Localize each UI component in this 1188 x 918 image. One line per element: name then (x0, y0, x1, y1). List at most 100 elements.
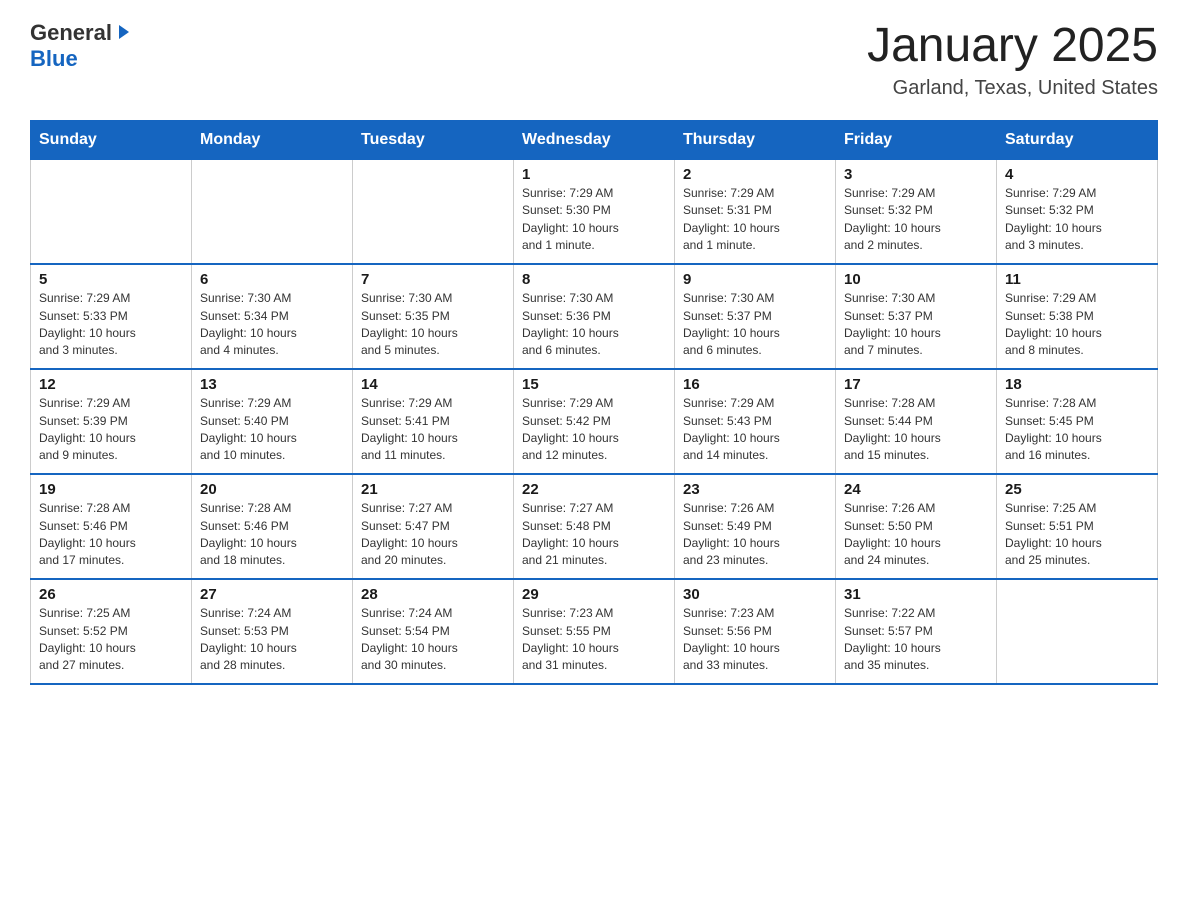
day-number: 19 (39, 481, 183, 498)
calendar-cell (31, 159, 192, 264)
day-info: Sunrise: 7:30 AM Sunset: 5:35 PM Dayligh… (361, 290, 505, 360)
calendar-header-thursday: Thursday (675, 120, 836, 159)
calendar-cell: 4Sunrise: 7:29 AM Sunset: 5:32 PM Daylig… (997, 159, 1158, 264)
calendar-cell: 20Sunrise: 7:28 AM Sunset: 5:46 PM Dayli… (192, 474, 353, 579)
calendar-week-row: 5 Sunrise: 7:29 AM Sunset: 5:33 PM Daylig… (31, 264, 1158, 369)
calendar-header-wednesday: Wednesday (514, 120, 675, 159)
day-number: 12 (39, 376, 183, 393)
day-info: Sunrise: 7:24 AM Sunset: 5:53 PM Dayligh… (200, 605, 344, 675)
calendar-table: SundayMondayTuesdayWednesdayThursdayFrid… (30, 120, 1158, 686)
day-info: Sunrise: 7:30 AM Sunset: 5:34 PM Dayligh… (200, 290, 344, 360)
day-info: Sunrise: 7:30 AM Sunset: 5:37 PM Dayligh… (683, 290, 827, 360)
day-number: 5 (39, 271, 183, 288)
day-number: 1 (522, 166, 666, 183)
day-number: 24 (844, 481, 988, 498)
calendar-week-row: 12 Sunrise: 7:29 AM Sunset: 5:39 PM Dayli… (31, 369, 1158, 474)
day-number: 13 (200, 376, 344, 393)
day-info: Sunrise: 7:24 AM Sunset: 5:54 PM Dayligh… (361, 605, 505, 675)
calendar-header-tuesday: Tuesday (353, 120, 514, 159)
day-info: Sunrise: 7:29 AM Sunset: 5:38 PM Dayligh… (1005, 290, 1149, 360)
calendar-cell: 19 Sunrise: 7:28 AM Sunset: 5:46 PM Dayli… (31, 474, 192, 579)
title-block: January 2025 Garland, Texas, United Stat… (867, 20, 1158, 100)
calendar-cell: 18Sunrise: 7:28 AM Sunset: 5:45 PM Dayli… (997, 369, 1158, 474)
calendar-header-row: SundayMondayTuesdayWednesdayThursdayFrid… (31, 120, 1158, 159)
calendar-cell: 22Sunrise: 7:27 AM Sunset: 5:48 PM Dayli… (514, 474, 675, 579)
day-number: 15 (522, 376, 666, 393)
day-number: 29 (522, 586, 666, 603)
calendar-cell: 15 Sunrise: 7:29 AM Sunset: 5:42 PM Dayli… (514, 369, 675, 474)
calendar-cell: 9 Sunrise: 7:30 AM Sunset: 5:37 PM Daylig… (675, 264, 836, 369)
day-info: Sunrise: 7:23 AM Sunset: 5:55 PM Dayligh… (522, 605, 666, 675)
day-info: Sunrise: 7:27 AM Sunset: 5:47 PM Dayligh… (361, 500, 505, 570)
day-info: Sunrise: 7:29 AM Sunset: 5:39 PM Dayligh… (39, 395, 183, 465)
day-info: Sunrise: 7:28 AM Sunset: 5:46 PM Dayligh… (39, 500, 183, 570)
calendar-header-friday: Friday (836, 120, 997, 159)
day-info: Sunrise: 7:26 AM Sunset: 5:49 PM Dayligh… (683, 500, 827, 570)
calendar-week-row: 26 Sunrise: 7:25 AM Sunset: 5:52 PM Dayli… (31, 579, 1158, 684)
day-number: 26 (39, 586, 183, 603)
day-number: 25 (1005, 481, 1149, 498)
calendar-cell: 11Sunrise: 7:29 AM Sunset: 5:38 PM Dayli… (997, 264, 1158, 369)
day-info: Sunrise: 7:29 AM Sunset: 5:33 PM Dayligh… (39, 290, 183, 360)
calendar-cell: 23 Sunrise: 7:26 AM Sunset: 5:49 PM Dayli… (675, 474, 836, 579)
day-info: Sunrise: 7:30 AM Sunset: 5:36 PM Dayligh… (522, 290, 666, 360)
day-info: Sunrise: 7:29 AM Sunset: 5:32 PM Dayligh… (1005, 185, 1149, 255)
day-number: 20 (200, 481, 344, 498)
day-number: 27 (200, 586, 344, 603)
calendar-week-row: 19 Sunrise: 7:28 AM Sunset: 5:46 PM Dayli… (31, 474, 1158, 579)
day-info: Sunrise: 7:29 AM Sunset: 5:42 PM Dayligh… (522, 395, 666, 465)
calendar-cell (353, 159, 514, 264)
day-info: Sunrise: 7:30 AM Sunset: 5:37 PM Dayligh… (844, 290, 988, 360)
day-info: Sunrise: 7:22 AM Sunset: 5:57 PM Dayligh… (844, 605, 988, 675)
calendar-cell (997, 579, 1158, 684)
day-number: 9 (683, 271, 827, 288)
day-info: Sunrise: 7:29 AM Sunset: 5:41 PM Dayligh… (361, 395, 505, 465)
calendar-cell: 7 Sunrise: 7:30 AM Sunset: 5:35 PM Daylig… (353, 264, 514, 369)
calendar-cell: 5 Sunrise: 7:29 AM Sunset: 5:33 PM Daylig… (31, 264, 192, 369)
day-info: Sunrise: 7:26 AM Sunset: 5:50 PM Dayligh… (844, 500, 988, 570)
day-number: 30 (683, 586, 827, 603)
month-title: January 2025 (867, 20, 1158, 73)
page-header: General Blue January 2025 Garland, Texas… (30, 20, 1158, 100)
day-info: Sunrise: 7:29 AM Sunset: 5:30 PM Dayligh… (522, 185, 666, 255)
day-info: Sunrise: 7:29 AM Sunset: 5:43 PM Dayligh… (683, 395, 827, 465)
calendar-cell (192, 159, 353, 264)
calendar-header-monday: Monday (192, 120, 353, 159)
day-info: Sunrise: 7:28 AM Sunset: 5:45 PM Dayligh… (1005, 395, 1149, 465)
day-info: Sunrise: 7:28 AM Sunset: 5:44 PM Dayligh… (844, 395, 988, 465)
calendar-cell: 24 Sunrise: 7:26 AM Sunset: 5:50 PM Dayli… (836, 474, 997, 579)
calendar-cell: 10 Sunrise: 7:30 AM Sunset: 5:37 PM Dayli… (836, 264, 997, 369)
calendar-cell: 16 Sunrise: 7:29 AM Sunset: 5:43 PM Dayli… (675, 369, 836, 474)
day-number: 2 (683, 166, 827, 183)
day-number: 21 (361, 481, 505, 498)
calendar-cell: 26 Sunrise: 7:25 AM Sunset: 5:52 PM Dayli… (31, 579, 192, 684)
day-info: Sunrise: 7:29 AM Sunset: 5:40 PM Dayligh… (200, 395, 344, 465)
calendar-cell: 3Sunrise: 7:29 AM Sunset: 5:32 PM Daylig… (836, 159, 997, 264)
calendar-cell: 27 Sunrise: 7:24 AM Sunset: 5:53 PM Dayli… (192, 579, 353, 684)
calendar-cell: 30Sunrise: 7:23 AM Sunset: 5:56 PM Dayli… (675, 579, 836, 684)
day-number: 6 (200, 271, 344, 288)
calendar-cell: 13 Sunrise: 7:29 AM Sunset: 5:40 PM Dayli… (192, 369, 353, 474)
calendar-cell: 6 Sunrise: 7:30 AM Sunset: 5:34 PM Daylig… (192, 264, 353, 369)
day-number: 28 (361, 586, 505, 603)
day-number: 7 (361, 271, 505, 288)
day-number: 16 (683, 376, 827, 393)
calendar-header-sunday: Sunday (31, 120, 192, 159)
day-number: 10 (844, 271, 988, 288)
day-number: 31 (844, 586, 988, 603)
day-number: 3 (844, 166, 988, 183)
calendar-cell: 2 Sunrise: 7:29 AM Sunset: 5:31 PM Daylig… (675, 159, 836, 264)
calendar-cell: 31 Sunrise: 7:22 AM Sunset: 5:57 PM Dayli… (836, 579, 997, 684)
calendar-cell: 8 Sunrise: 7:30 AM Sunset: 5:36 PM Daylig… (514, 264, 675, 369)
logo-general-text: General (30, 20, 112, 46)
calendar-week-row: 1 Sunrise: 7:29 AM Sunset: 5:30 PM Daylig… (31, 159, 1158, 264)
logo-arrow-icon (115, 23, 133, 46)
calendar-cell: 25Sunrise: 7:25 AM Sunset: 5:51 PM Dayli… (997, 474, 1158, 579)
day-info: Sunrise: 7:29 AM Sunset: 5:31 PM Dayligh… (683, 185, 827, 255)
day-info: Sunrise: 7:25 AM Sunset: 5:52 PM Dayligh… (39, 605, 183, 675)
day-number: 23 (683, 481, 827, 498)
day-number: 17 (844, 376, 988, 393)
day-number: 8 (522, 271, 666, 288)
location-title: Garland, Texas, United States (867, 77, 1158, 100)
day-number: 22 (522, 481, 666, 498)
